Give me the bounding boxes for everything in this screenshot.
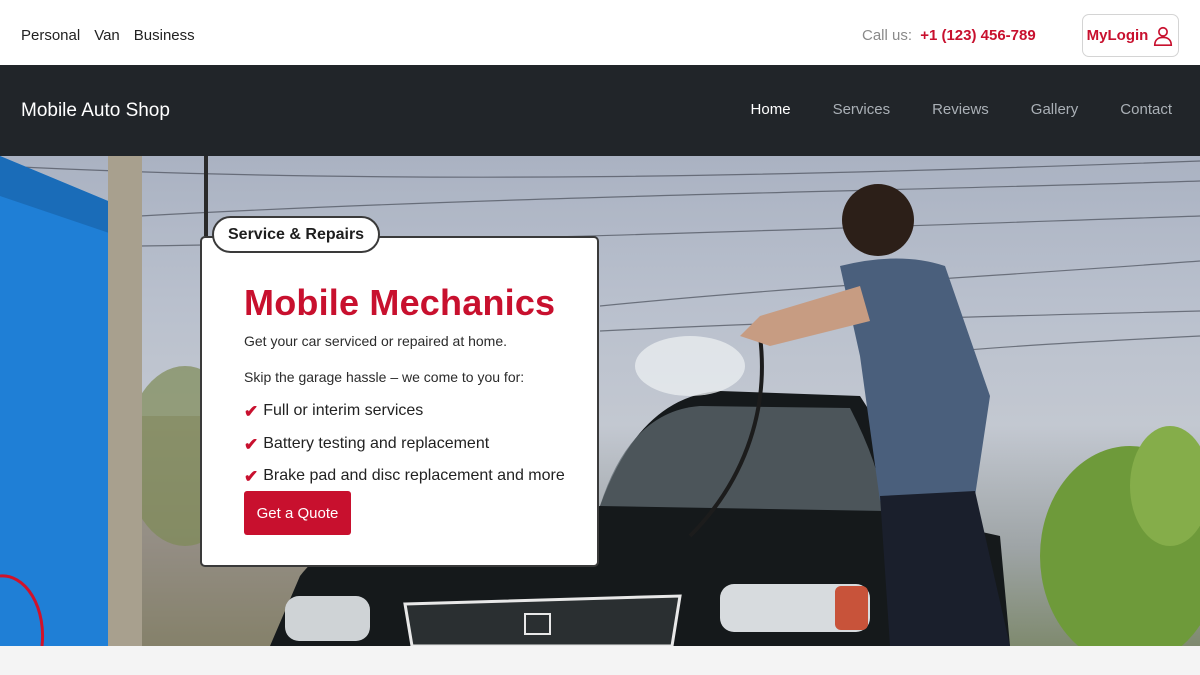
- hero-subtitle: Get your car serviced or repaired at hom…: [244, 333, 508, 349]
- hero-lead: Skip the garage hassle – we come to you …: [244, 369, 525, 385]
- check-icon: ✔: [244, 402, 259, 421]
- feature-text: Brake pad and disc replacement and more: [263, 467, 565, 484]
- user-icon: [1154, 26, 1173, 46]
- phone-number[interactable]: +1 (123) 456-789: [920, 27, 1036, 44]
- hero-card: Mobile Mechanics Get your car serviced o…: [200, 236, 599, 567]
- get-quote-button[interactable]: Get a Quote: [244, 491, 351, 535]
- segment-personal[interactable]: Personal: [21, 27, 80, 44]
- nav-gallery[interactable]: Gallery: [1031, 101, 1079, 118]
- hero-scene-illustration: [0, 156, 1200, 646]
- feature-text: Full or interim services: [263, 402, 424, 419]
- call-us-label: Call us:: [862, 27, 913, 44]
- segment-nav: Personal Van Business: [21, 27, 209, 44]
- nav-menu: Home Services Reviews Gallery Contact: [709, 101, 1172, 118]
- nav-services[interactable]: Services: [833, 101, 891, 118]
- mylogin-button[interactable]: MyLogin: [1082, 14, 1179, 57]
- list-item: ✔ Battery testing and replacement: [244, 435, 565, 468]
- nav-home[interactable]: Home: [751, 101, 791, 118]
- main-navbar: Mobile Auto Shop Home Services Reviews G…: [0, 65, 1200, 156]
- page-bottom-strip: [0, 646, 1200, 675]
- list-item: ✔ Full or interim services: [244, 402, 565, 435]
- call-us: Call us: +1 (123) 456-789: [862, 27, 1036, 44]
- segment-van[interactable]: Van: [94, 27, 120, 44]
- hero-title: Mobile Mechanics: [244, 282, 556, 323]
- hero-image: [0, 156, 1200, 646]
- utility-bar: Personal Van Business Call us: +1 (123) …: [0, 0, 1200, 65]
- feature-list: ✔ Full or interim services ✔ Battery tes…: [244, 402, 565, 500]
- check-icon: ✔: [244, 467, 259, 486]
- nav-contact[interactable]: Contact: [1120, 101, 1172, 118]
- feature-text: Battery testing and replacement: [263, 434, 490, 452]
- brand-logo[interactable]: Mobile Auto Shop: [21, 100, 170, 122]
- segment-business[interactable]: Business: [134, 27, 195, 44]
- mylogin-label: MyLogin: [1086, 27, 1149, 44]
- check-icon: ✔: [244, 434, 259, 454]
- nav-reviews[interactable]: Reviews: [932, 101, 989, 118]
- service-badge: Service & Repairs: [212, 216, 381, 253]
